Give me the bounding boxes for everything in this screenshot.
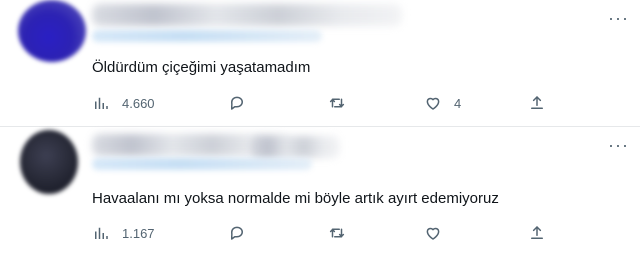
blurred-handle (92, 30, 322, 42)
share-button[interactable] (528, 221, 546, 245)
speech-bubble-icon (231, 226, 243, 240)
tweet-actions: 1.167 (0, 221, 640, 245)
tweet-text: Havaalanı mı yoksa normalde mi böyle art… (92, 190, 499, 207)
like-button[interactable]: 4 (424, 91, 461, 115)
reply-button[interactable] (228, 221, 246, 245)
reply-button[interactable] (228, 91, 246, 115)
more-dots-icon[interactable]: ··· (608, 9, 628, 27)
more-dots-icon[interactable]: ··· (608, 136, 628, 154)
heart-icon (426, 97, 440, 110)
blurred-display-name[interactable] (92, 4, 402, 26)
avatar[interactable] (20, 130, 78, 194)
share-button[interactable] (528, 91, 546, 115)
bar-chart-icon (95, 97, 108, 109)
blurred-handle (92, 158, 312, 170)
tweet-actions: 4.660 4 (0, 91, 640, 115)
tweet[interactable]: ··· Havaalanı mı yoksa normalde mi böyle… (0, 126, 640, 263)
bar-chart-icon (95, 227, 108, 239)
tweet[interactable]: ··· Öldürdüm çiçeğimi yaşatamadım 4.660 (0, 0, 640, 126)
retweet-button[interactable] (328, 221, 346, 245)
blurred-display-name-extra (250, 136, 340, 158)
tweet-feed: ··· Öldürdüm çiçeğimi yaşatamadım 4.660 (0, 0, 640, 263)
retweet-button[interactable] (328, 91, 346, 115)
speech-bubble-icon (231, 96, 243, 110)
like-button[interactable] (424, 221, 454, 245)
views-count: 4.660 (122, 95, 155, 111)
views-button[interactable]: 4.660 (92, 91, 155, 115)
views-button[interactable]: 1.167 (92, 221, 155, 245)
retweet-icon (329, 228, 345, 238)
views-count: 1.167 (122, 225, 155, 241)
heart-icon (426, 227, 440, 240)
tweet-text: Öldürdüm çiçeğimi yaşatamadım (92, 59, 311, 76)
share-upload-icon (531, 226, 543, 239)
retweet-icon (329, 98, 345, 108)
likes-count: 4 (454, 95, 462, 111)
avatar[interactable] (18, 0, 86, 62)
share-upload-icon (531, 96, 543, 109)
